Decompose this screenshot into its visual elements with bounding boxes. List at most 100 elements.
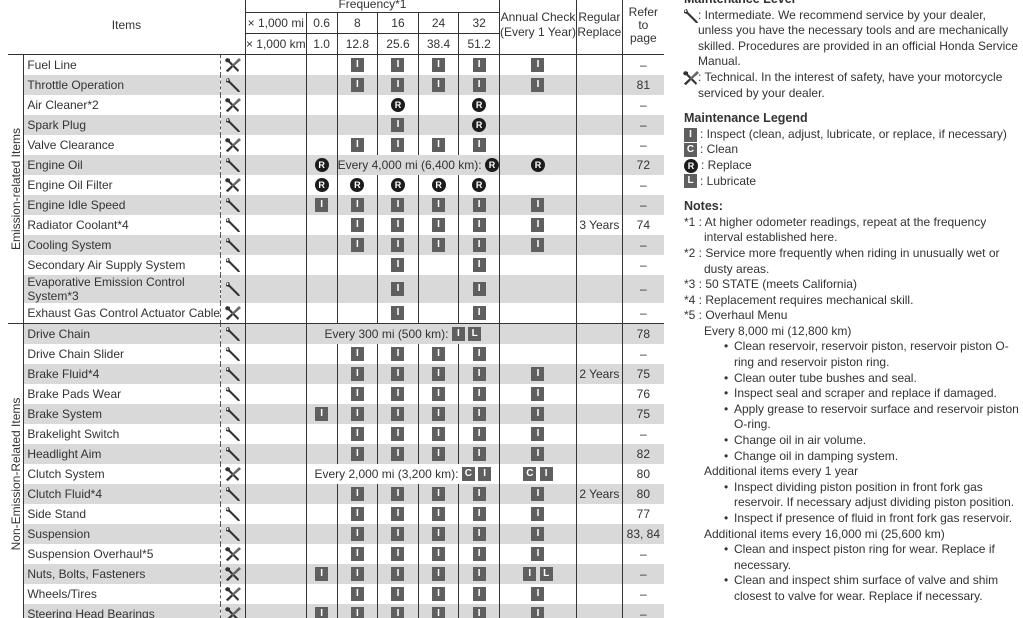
mark-i: I <box>391 487 405 502</box>
table-row: Wheels/Tires I I I I I – <box>8 584 664 604</box>
mark-i: I <box>350 567 364 582</box>
mark-i: I <box>472 507 486 522</box>
table-row: Engine Oil Filter R R R R R – <box>8 175 664 195</box>
freq-0 <box>305 75 338 95</box>
table-row: Engine Oil R Every 4,000 mi (6,400 km): RR… <box>8 155 664 175</box>
mark-i: I <box>531 218 545 233</box>
freq-0 <box>305 275 338 303</box>
unit-cell <box>244 404 307 424</box>
unit-cell <box>244 604 307 618</box>
freq-4: I <box>458 524 500 544</box>
wrench-screwdriver-icon <box>682 70 700 91</box>
annual-check-cell: I <box>498 604 577 618</box>
wrench-screwdriver-icon <box>220 544 246 564</box>
refer-page-cell: 75 <box>621 404 664 424</box>
note-4: *4 : Replacement requires mechanical ski… <box>684 292 914 307</box>
item-name: Brakelight Switch <box>27 427 120 441</box>
overhaul-bullets: Clean reservoir, reservoir piston, reser… <box>704 339 1020 464</box>
annual-check-cell: I <box>498 54 577 75</box>
freq-4: I <box>458 275 500 303</box>
mark-i: I <box>531 367 545 382</box>
mark-i: I <box>531 607 545 618</box>
annual-check-cell: I <box>498 424 577 444</box>
freq-2: I <box>377 544 419 564</box>
item-name: Brake System <box>23 404 221 424</box>
regular-replace-cell <box>576 54 623 75</box>
mark-i: I <box>315 407 329 422</box>
mark-i: I <box>391 527 405 542</box>
freq-0: I <box>305 564 338 584</box>
freq-3 <box>417 303 459 324</box>
mark-i: I <box>391 118 405 133</box>
item-name: Steering Head Bearings <box>23 604 221 618</box>
mark-i: I <box>472 78 486 93</box>
item-name: Wheels/Tires <box>27 587 97 601</box>
wrench-icon <box>220 235 246 255</box>
regular-replace-line2: Replace <box>577 25 622 39</box>
freq-3 <box>417 275 459 303</box>
regular-replace-cell: 2 Years <box>576 484 623 504</box>
overhaul-bullet: Change oil in damping system. <box>724 449 1020 465</box>
wrench-screwdriver-icon <box>220 303 246 324</box>
annual-check-cell: I <box>498 235 577 255</box>
freq-4: R <box>458 95 500 115</box>
overhaul-bullet: Inspect seal and scraper and replace if … <box>724 386 1020 402</box>
regular-replace-header: Regular Replace <box>576 0 623 55</box>
freq-2: I <box>377 54 419 75</box>
freq-3: I <box>417 484 459 504</box>
refer-page-cell: – <box>621 344 664 364</box>
item-name: Exhaust Gas Control Actuator Cable <box>27 306 221 320</box>
regular-replace-cell <box>576 95 623 115</box>
item-name: Side Stand <box>27 507 87 521</box>
wrench-icon <box>220 384 246 404</box>
wrench-icon <box>220 524 246 544</box>
frequency-span-text: Every 300 mi (500 km): <box>324 326 452 341</box>
annual-check-cell: I <box>498 75 577 95</box>
mark-r: R <box>350 178 365 193</box>
mark-i: I <box>350 607 364 618</box>
freq-2: I <box>377 235 419 255</box>
legend-mark-text: : Inspect (clean, adjust, lubricate, or … <box>700 126 1007 141</box>
mark-i: I <box>391 367 405 382</box>
mark-i: I <box>391 258 405 273</box>
mark-i: I <box>391 282 405 297</box>
group-label: Emission-related Items <box>8 127 23 251</box>
refer-page-cell: 81 <box>621 75 664 95</box>
freq-3: I <box>417 504 459 524</box>
mark-i: I <box>391 607 405 618</box>
wrench-icon <box>682 8 700 29</box>
refer-page-cell: – <box>621 303 664 324</box>
mark-i: I <box>432 367 446 382</box>
mark-i: I <box>391 198 405 213</box>
mark-i: I <box>350 58 364 73</box>
refer-page-cell: 72 <box>621 155 664 175</box>
annual-check-cell: I <box>498 524 577 544</box>
unit-cell <box>244 54 307 75</box>
freq-2: I <box>377 444 419 464</box>
freq-4: I <box>458 344 500 364</box>
wrench-icon <box>220 255 246 275</box>
interval-mi-4: 32 <box>458 12 500 34</box>
interval-mi-3: 24 <box>417 12 459 34</box>
item-name: Clutch Fluid*4 <box>23 484 221 504</box>
freq-0 <box>305 504 338 524</box>
regular-replace-cell <box>576 303 623 324</box>
wrench-icon <box>220 155 246 175</box>
overhaul-bullet: Clean and inspect piston ring for wear. … <box>724 542 1020 573</box>
refer-page-cell: – <box>621 54 664 75</box>
freq-2: I <box>377 604 419 618</box>
wrench-icon <box>220 404 246 424</box>
mark-i: I <box>432 527 446 542</box>
mark-r: R <box>472 118 487 133</box>
item-name: Evaporative Emission Control System*3 <box>23 275 221 303</box>
mark-i: I <box>350 238 364 253</box>
freq-0 <box>305 215 338 235</box>
mark-i: I <box>432 78 446 93</box>
notes-title: Notes: <box>684 199 723 214</box>
freq-2: I <box>377 215 419 235</box>
refer-page-cell: – <box>621 115 664 135</box>
item-name: Nuts, Bolts, Fasteners <box>23 564 221 584</box>
mark-i: I <box>478 467 492 482</box>
mark-i: I <box>531 407 545 422</box>
unit-mi-label: × 1,000 mi <box>244 12 307 34</box>
